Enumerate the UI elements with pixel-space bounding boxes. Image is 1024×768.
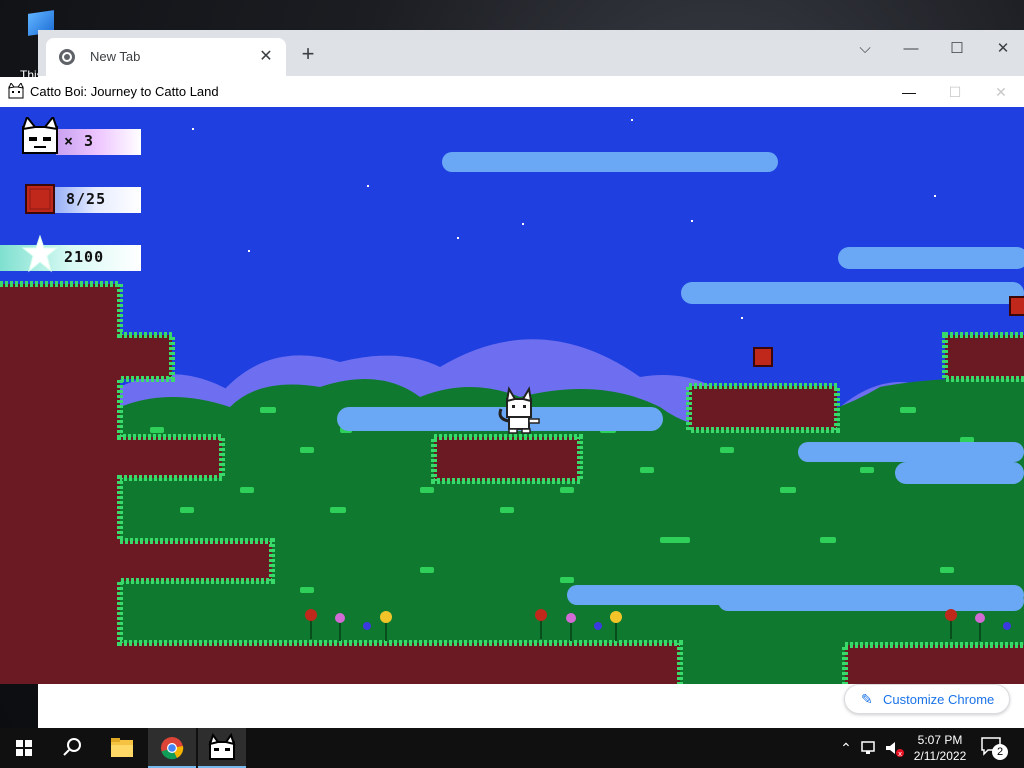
folder-icon (111, 738, 133, 757)
game-minimize-button[interactable]: — (886, 77, 932, 107)
customize-chrome-button[interactable]: ✎ Customize Chrome (844, 684, 1010, 714)
crates-count: 8/25 (66, 190, 107, 208)
star-icon (22, 235, 58, 273)
chrome-close-button[interactable]: ✕ (980, 34, 1024, 64)
chrome-taskbar-button[interactable] (148, 728, 196, 768)
game-close-button[interactable]: ✕ (978, 77, 1024, 107)
file-explorer-button[interactable] (98, 728, 146, 768)
hud-score: 2100 (0, 235, 141, 273)
chrome-icon (161, 737, 184, 760)
pencil-icon: ✎ (861, 691, 873, 707)
action-center-button[interactable]: 2 (980, 736, 1010, 762)
tab-search-button[interactable]: ⌵ (842, 34, 888, 64)
crate-icon (25, 184, 55, 214)
network-icon[interactable] (860, 740, 880, 756)
customize-chrome-label: Customize Chrome (883, 692, 995, 707)
cat-face-icon (22, 117, 58, 154)
windows-logo-icon (16, 740, 32, 756)
volume-muted-icon[interactable]: x (884, 740, 906, 758)
svg-text:x: x (898, 750, 902, 758)
search-icon (63, 738, 81, 756)
score-value: 2100 (64, 248, 105, 266)
cat-app-icon (208, 732, 236, 760)
game-canvas[interactable]: × 3 8/25 2100 (0, 107, 1024, 684)
hud-lives: × 3 (0, 117, 141, 155)
chrome-tab-bar: New Tab ✕ + ⌵ — ☐ ✕ (38, 30, 1024, 76)
clock-date[interactable]: 2/11/2022 (908, 749, 972, 763)
game-maximize-button: ☐ (948, 84, 962, 100)
game-taskbar-button[interactable] (198, 728, 246, 768)
start-button[interactable] (0, 728, 48, 768)
game-window: Catto Boi: Journey to Catto Land — ☐ ✕ ×… (0, 77, 1024, 684)
game-window-titlebar[interactable]: Catto Boi: Journey to Catto Land — ☐ ✕ (0, 77, 1024, 107)
search-button[interactable] (48, 728, 96, 768)
chrome-tab-new-tab[interactable]: New Tab ✕ (46, 38, 286, 76)
new-tab-button[interactable]: + (296, 42, 320, 66)
clock-time[interactable]: 5:07 PM (908, 733, 972, 747)
hud-crates: 8/25 (0, 184, 141, 214)
close-tab-icon[interactable]: ✕ (256, 46, 276, 66)
chrome-minimize-button[interactable]: — (888, 34, 934, 64)
taskbar: ⌃ x 5:07 PM 2/11/2022 2 (0, 728, 1024, 768)
lives-count: × 3 (64, 132, 95, 150)
chrome-favicon-icon (59, 49, 75, 65)
chrome-maximize-button[interactable]: ☐ (934, 34, 980, 64)
show-hidden-icons-chevron-icon[interactable]: ⌃ (838, 740, 854, 757)
notification-count-badge: 2 (992, 744, 1008, 760)
cat-app-icon (8, 83, 24, 99)
game-scene (0, 107, 1024, 684)
game-window-title: Catto Boi: Journey to Catto Land (30, 84, 219, 99)
chrome-tab-title: New Tab (90, 49, 141, 64)
